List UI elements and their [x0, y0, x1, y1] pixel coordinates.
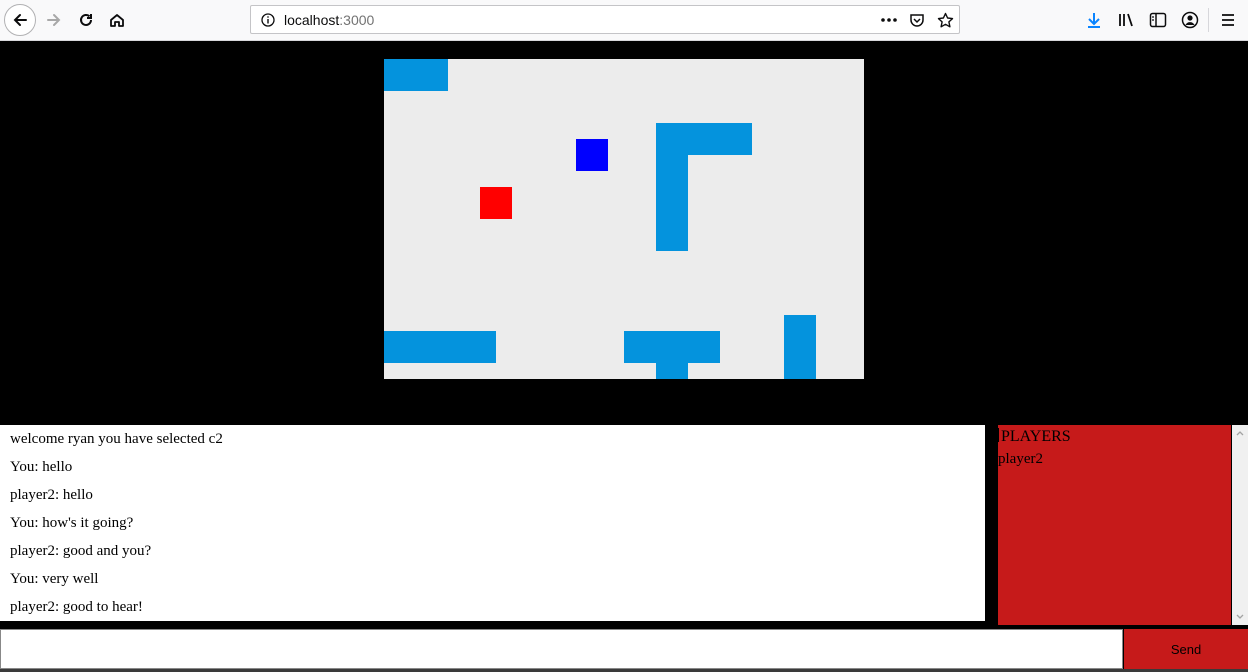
- downloads-icon[interactable]: [1080, 6, 1108, 34]
- url-text[interactable]: localhost:3000: [284, 12, 374, 28]
- send-button[interactable]: Send: [1124, 629, 1248, 669]
- scroll-down-icon[interactable]: [1236, 614, 1244, 620]
- home-icon[interactable]: [103, 6, 131, 34]
- chat-message: You: hello: [10, 459, 73, 475]
- player-list-item: player2: [998, 451, 1043, 467]
- player-red-token: [480, 187, 512, 219]
- game-board[interactable]: [384, 59, 864, 379]
- chat-message: player2: good to hear!: [10, 599, 143, 615]
- player-blue-token: [576, 139, 608, 171]
- back-icon[interactable]: [4, 4, 36, 36]
- toolbar-divider: [1208, 8, 1209, 32]
- chat-log: welcome ryan you have selected c2 You: h…: [0, 425, 985, 621]
- sidebar-icon[interactable]: [1144, 6, 1172, 34]
- account-icon[interactable]: [1176, 6, 1204, 34]
- more-icon[interactable]: [878, 9, 900, 31]
- forward-icon[interactable]: [40, 6, 68, 34]
- players-scrollbar[interactable]: [1232, 425, 1248, 625]
- chat-message: You: very well: [10, 571, 99, 587]
- chat-message: welcome ryan you have selected c2: [10, 431, 223, 447]
- browser-toolbar: localhost:3000: [0, 0, 1248, 41]
- menu-icon[interactable]: [1214, 6, 1242, 34]
- bookmark-star-icon[interactable]: [934, 9, 956, 31]
- chat-message: player2: hello: [10, 487, 93, 503]
- wall: [656, 331, 688, 379]
- wall: [784, 315, 816, 379]
- scroll-up-icon[interactable]: [1236, 430, 1244, 436]
- site-info-icon[interactable]: [257, 9, 279, 31]
- chat-message: You: how's it going?: [10, 515, 134, 531]
- wall: [384, 59, 448, 91]
- chat-message: player2: good and you?: [10, 543, 152, 559]
- url-bar[interactable]: localhost:3000: [250, 5, 960, 34]
- library-icon[interactable]: [1112, 6, 1140, 34]
- wall: [656, 123, 688, 251]
- pocket-icon[interactable]: [906, 9, 928, 31]
- wall: [384, 331, 496, 363]
- message-input[interactable]: [0, 629, 1123, 669]
- players-heading: PLAYERS: [998, 428, 1071, 446]
- players-panel: PLAYERS player2: [998, 425, 1231, 625]
- reload-icon[interactable]: [72, 6, 100, 34]
